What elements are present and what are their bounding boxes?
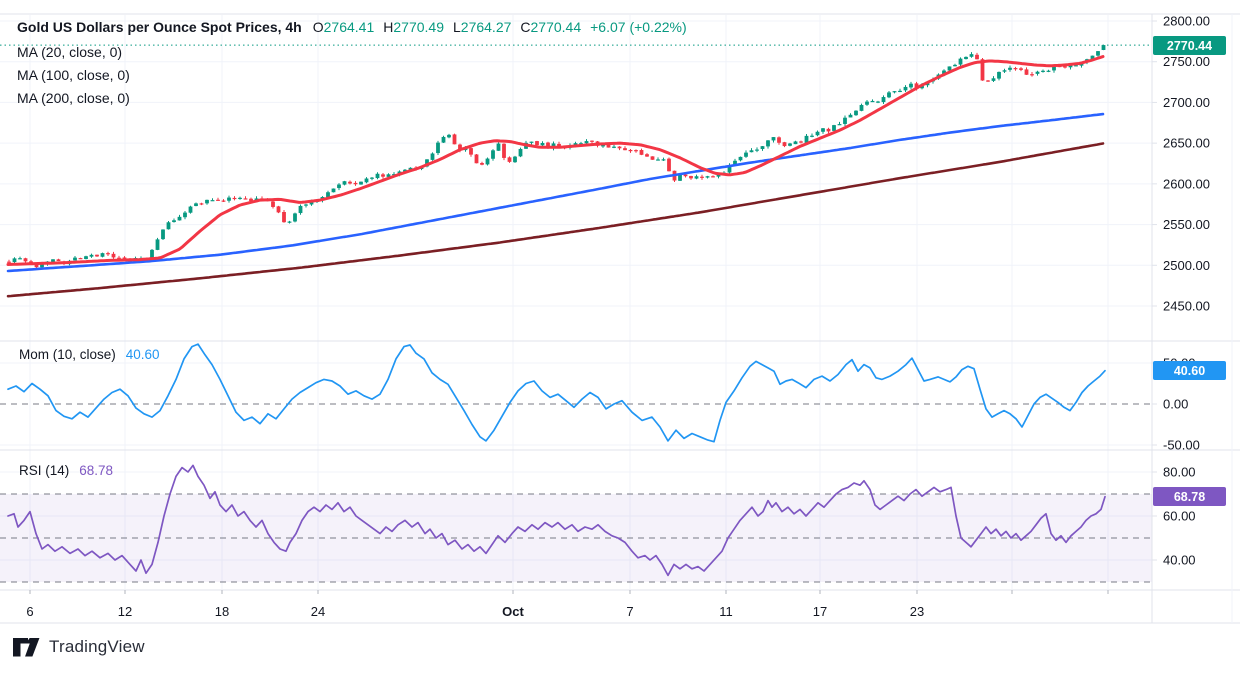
momentum-legend[interactable]: Mom (10, close) 40.60 xyxy=(19,347,160,362)
ma-200-line xyxy=(8,144,1103,297)
ma-20-legend[interactable]: MA (20, close, 0) xyxy=(17,41,130,64)
time-axis[interactable] xyxy=(0,591,1152,623)
ma-100-line xyxy=(8,114,1103,271)
rsi-legend-label: RSI (14) xyxy=(19,463,69,478)
rsi-band xyxy=(0,494,1152,582)
chart-header[interactable]: Gold US Dollars per Ounce Spot Prices, 4… xyxy=(17,19,687,35)
tradingview-logo-text: TradingView xyxy=(49,637,145,657)
chart-container: 2800.002750.002700.002650.002600.002550.… xyxy=(0,0,1240,674)
rsi-legend-value: 68.78 xyxy=(79,463,113,478)
symbol-title: Gold US Dollars per Ounce Spot Prices, 4… xyxy=(17,19,302,35)
tradingview-logo[interactable]: TradingView xyxy=(13,637,145,657)
momentum-value-badge: 40.60 xyxy=(1153,361,1226,380)
ma-100-legend[interactable]: MA (100, close, 0) xyxy=(17,64,130,87)
change-value: +6.07 (+0.22%) xyxy=(590,19,687,35)
last-price-badge: 2770.44 xyxy=(1153,36,1226,55)
ohlc-high: H2770.49 xyxy=(383,19,444,35)
momentum-legend-value: 40.60 xyxy=(126,347,160,362)
chart-canvas[interactable]: 2800.002750.002700.002650.002600.002550.… xyxy=(0,0,1240,674)
rsi-value-badge: 68.78 xyxy=(1153,487,1226,506)
ma-200-legend[interactable]: MA (200, close, 0) xyxy=(17,87,130,110)
momentum-line xyxy=(8,344,1105,442)
momentum-legend-label: Mom (10, close) xyxy=(19,347,116,362)
ohlc-close: C2770.44 xyxy=(520,19,581,35)
ohlc-low: L2764.27 xyxy=(453,19,511,35)
ma-legend: MA (20, close, 0) MA (100, close, 0) MA … xyxy=(17,41,130,110)
rsi-legend[interactable]: RSI (14) 68.78 xyxy=(19,463,113,478)
tradingview-glyph-icon xyxy=(13,638,40,657)
ohlc-open: O2764.41 xyxy=(313,19,375,35)
